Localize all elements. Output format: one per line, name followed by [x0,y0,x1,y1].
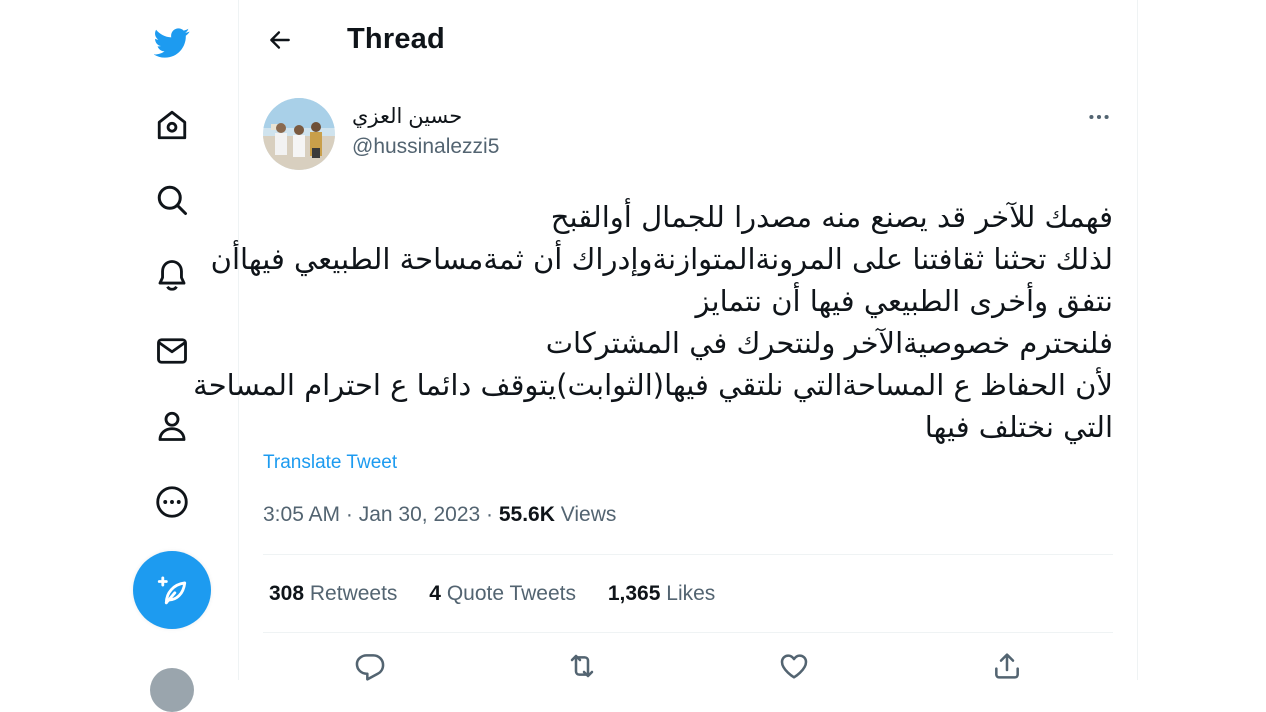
tweet-line: فلنحترم خصوصيةالآخر ولنتحرك في المشتركات [545,326,1113,360]
likes-count: 1,365 [607,582,661,605]
retweets-count: 308 [269,582,305,605]
tweet-text: فهمك للآخر قد يصنع منه مصدرا للجمال أوال… [193,196,1113,448]
column-divider [238,0,239,680]
back-button[interactable] [261,21,299,59]
share-button[interactable] [987,650,1027,686]
tweet-line: لذلك تحثنا ثقافتنا على المرونةالمتوازنةو… [210,242,1113,276]
twitter-logo-icon[interactable] [146,16,198,68]
reply-icon [354,650,386,682]
tweet-metadata: 3:05 AM · Jan 30, 2023 · 55.6K Views [263,503,616,527]
retweets-stat[interactable]: 308 Retweets [269,582,397,605]
tweet-time[interactable]: 3:05 AM [263,503,340,526]
messages-icon[interactable] [146,325,198,377]
retweet-button[interactable] [562,650,602,686]
views-label: Views [560,503,617,526]
column-divider [1137,0,1138,680]
thread-header: Thread [239,0,1137,82]
author-avatar[interactable] [263,98,335,170]
left-nav [0,0,238,712]
notifications-icon[interactable] [146,249,198,301]
more-icon[interactable] [146,476,198,528]
divider [263,554,1113,555]
separator: · [486,503,499,526]
quote-tweets-stat[interactable]: 4 Quote Tweets [429,582,576,605]
retweet-icon [566,650,598,682]
translate-tweet-link[interactable]: Translate Tweet [263,452,397,474]
share-icon [991,650,1023,682]
quotes-count: 4 [429,582,441,605]
profile-icon[interactable] [146,400,198,452]
author-handle[interactable]: @hussinalezzi5 [352,135,499,159]
tweet-line: نتفق وأخرى الطبيعي فيها أن نتمايز [695,284,1113,318]
views-count: 55.6K [498,503,555,526]
reply-button[interactable] [350,650,390,686]
quotes-label: Quote Tweets [446,582,577,605]
compose-tweet-button[interactable] [133,551,211,629]
page-title: Thread [347,23,445,55]
tweet-line: لأن الحفاظ ع المساحةالتي نلتقي فيها(الثو… [193,368,1113,402]
separator: · [345,503,359,526]
arrow-left-icon [267,27,293,53]
likes-label: Likes [666,582,716,605]
author-name[interactable]: حسين العزي [352,104,462,129]
heart-icon [778,650,810,682]
retweets-label: Retweets [309,582,398,605]
divider [263,632,1113,633]
explore-icon[interactable] [146,174,198,226]
account-avatar[interactable] [150,668,194,712]
likes-stat[interactable]: 1,365 Likes [608,582,715,605]
tweet-date[interactable]: Jan 30, 2023 [359,503,480,526]
tweet-stats: 308 Retweets 4 Quote Tweets 1,365 Likes [269,582,741,606]
tweet-line: فهمك للآخر قد يصنع منه مصدرا للجمال أوال… [550,200,1113,234]
home-icon[interactable] [146,99,198,151]
like-button[interactable] [774,650,814,686]
ellipsis-icon [1086,104,1112,130]
tweet-line: التي نختلف فيها [924,410,1113,444]
more-options-button[interactable] [1080,100,1118,134]
compose-icon [155,573,189,607]
